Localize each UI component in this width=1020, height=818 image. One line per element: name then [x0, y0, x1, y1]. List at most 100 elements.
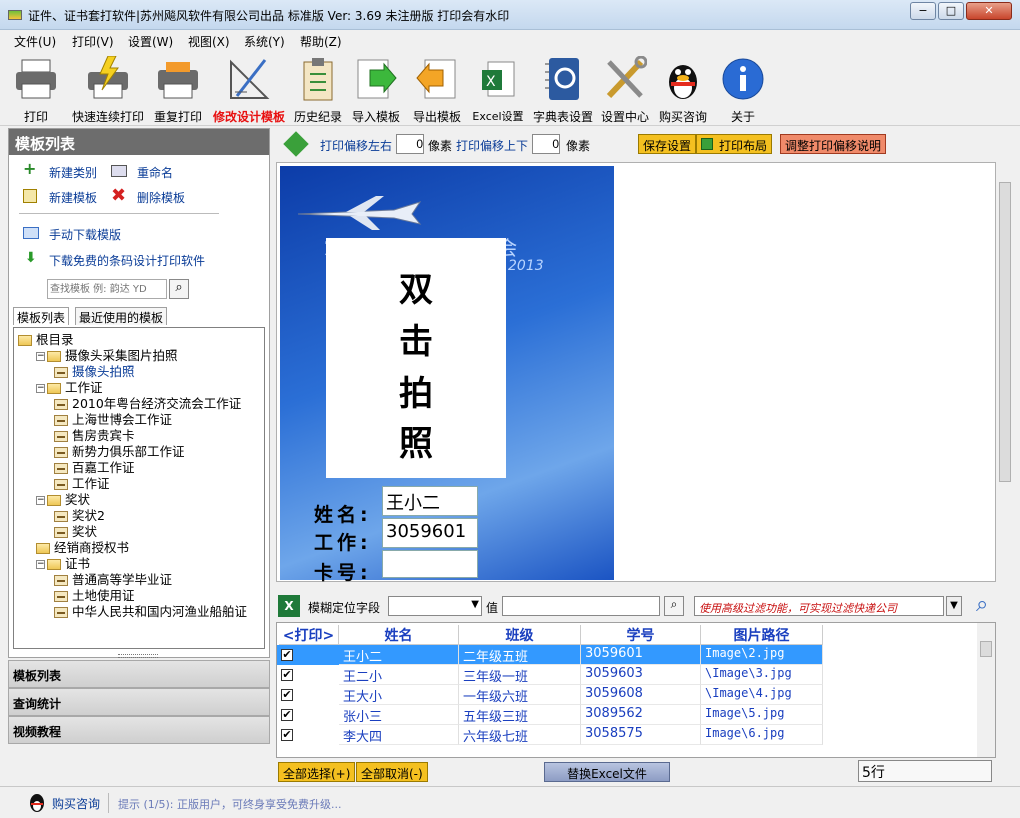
menu-view[interactable]: 视图(X) [188, 33, 230, 50]
cell-name[interactable]: 王小二 [339, 645, 459, 665]
table-row[interactable]: ✔ 李大四 六年级七班 3058575 Image\6.jpg [277, 725, 823, 745]
cell-path[interactable]: \Image\4.jpg [701, 685, 823, 705]
tree-item[interactable]: 工作证 [54, 476, 110, 492]
tree-item[interactable]: 上海世博会工作证 [54, 412, 172, 428]
tab-template-list[interactable]: 模板列表 [13, 307, 70, 325]
deselect-all-button[interactable]: 全部取消(-) [356, 762, 428, 782]
table-row[interactable]: ✔ 王二小 三年级一班 3059603 \Image\3.jpg [277, 665, 823, 685]
tree-item[interactable]: 奖状 [54, 524, 97, 540]
new-template-link[interactable]: 新建模板 [49, 189, 97, 206]
buy-consult-status-link[interactable]: 购买咨询 [52, 795, 100, 812]
col-class[interactable]: 班级 [459, 625, 581, 645]
tree-item[interactable]: 普通高等学毕业证 [54, 572, 172, 588]
row-checkbox[interactable]: ✔ [281, 669, 293, 681]
cell-path[interactable]: Image\6.jpg [701, 725, 823, 745]
cell-id[interactable]: 3058575 [581, 725, 701, 745]
col-image-path[interactable]: 图片路径 [701, 625, 823, 645]
menu-print[interactable]: 打印(V) [72, 33, 114, 50]
new-category-link[interactable]: 新建类别 [49, 164, 97, 181]
row-checkbox[interactable]: ✔ [281, 649, 293, 661]
expand-toggle-icon[interactable]: − [36, 496, 45, 505]
export-template-button[interactable]: 导出模板 [408, 52, 466, 124]
print-button[interactable]: 打印 [8, 52, 64, 124]
expand-toggle-icon[interactable]: − [36, 352, 45, 361]
free-download-link[interactable]: 下载免费的条码设计打印软件 [49, 252, 205, 269]
expand-toggle-icon[interactable]: − [36, 560, 45, 569]
row-checkbox[interactable]: ✔ [281, 729, 293, 741]
cell-class[interactable]: 二年级五班 [459, 645, 581, 665]
expand-toggle-icon[interactable]: − [36, 384, 45, 393]
search-big-icon[interactable]: ⌕ [976, 592, 988, 617]
cell-id[interactable]: 3059608 [581, 685, 701, 705]
tree-item[interactable]: 奖状2 [54, 508, 105, 524]
import-template-button[interactable]: 导入模板 [348, 52, 404, 124]
cell-name[interactable]: 张小三 [339, 705, 459, 725]
tab-recent-templates[interactable]: 最近使用的模板 [75, 307, 168, 325]
tree-folder[interactable]: − 摄像头采集图片拍照 [36, 348, 178, 364]
dictionary-settings-button[interactable]: 字典表设置 [530, 52, 596, 124]
menu-system[interactable]: 系统(Y) [244, 33, 285, 50]
row-checkbox[interactable]: ✔ [281, 709, 293, 721]
table-row[interactable]: ✔ 王大小 一年级六班 3059608 \Image\4.jpg [277, 685, 823, 705]
col-student-id[interactable]: 学号 [581, 625, 701, 645]
table-row[interactable]: ✔ 张小三 五年级三班 3089562 Image\5.jpg [277, 705, 823, 725]
cell-id[interactable]: 3059601 [581, 645, 701, 665]
photo-placeholder[interactable]: 双 击 拍 照 [326, 238, 506, 478]
history-button[interactable]: 历史纪录 [292, 52, 344, 124]
cell-path[interactable]: Image\2.jpg [701, 645, 823, 665]
grid-scrollbar[interactable] [977, 623, 995, 757]
col-name[interactable]: 姓名 [339, 625, 459, 645]
cell-class[interactable]: 五年级三班 [459, 705, 581, 725]
advanced-filter-select[interactable]: 使用高级过滤功能，可实现过滤快递公司 [694, 596, 944, 616]
menu-file[interactable]: 文件(U) [14, 33, 56, 50]
cell-name[interactable]: 王大小 [339, 685, 459, 705]
name-field[interactable]: 王小二 [382, 486, 478, 516]
tree-folder[interactable]: 根目录 [18, 332, 74, 348]
offset-lr-input[interactable] [396, 134, 424, 154]
tree-folder[interactable]: − 奖状 [36, 492, 90, 508]
tree-folder[interactable]: − 工作证 [36, 380, 103, 396]
minimize-button[interactable]: − [910, 2, 936, 20]
filter-value-input[interactable] [502, 596, 660, 616]
job-field[interactable]: 3059601 [382, 518, 478, 548]
adjust-offset-help-button[interactable]: 调整打印偏移说明 [780, 134, 887, 154]
tree-folder[interactable]: 经销商授权书 [36, 540, 129, 556]
offset-ud-input[interactable] [532, 134, 560, 154]
table-row[interactable]: ✔ 王小二 二年级五班 3059601 Image\2.jpg [277, 645, 823, 665]
delete-template-link[interactable]: 删除模板 [137, 189, 185, 206]
row-checkbox[interactable]: ✔ [281, 689, 293, 701]
accordion-video-tutorial[interactable]: 视频教程 [8, 716, 270, 744]
accordion-template-list[interactable]: 模板列表 [8, 660, 270, 688]
cell-path[interactable]: Image\5.jpg [701, 705, 823, 725]
tree-item[interactable]: 新势力俱乐部工作证 [54, 444, 185, 460]
settings-center-button[interactable]: 设置中心 [598, 52, 652, 124]
tree-item[interactable]: 土地使用证 [54, 588, 135, 604]
menu-help[interactable]: 帮助(Z) [300, 33, 342, 50]
excel-settings-button[interactable]: X Excel设置 [468, 52, 528, 124]
cell-name[interactable]: 李大四 [339, 725, 459, 745]
manual-download-link[interactable]: 手动下载模版 [49, 226, 121, 243]
cell-id[interactable]: 3059603 [581, 665, 701, 685]
accordion-query-stats[interactable]: 查询统计 [8, 688, 270, 716]
field-select[interactable]: ▼ [388, 596, 482, 616]
tree-item[interactable]: 百嘉工作证 [54, 460, 135, 476]
grid-scroll-thumb[interactable] [980, 641, 992, 657]
cell-class[interactable]: 六年级七班 [459, 725, 581, 745]
reprint-button[interactable]: 重复打印 [150, 52, 206, 124]
tree-item[interactable]: 2010年粤台经济交流会工作证 [54, 396, 241, 412]
search-icon[interactable]: ⌕ [169, 279, 189, 299]
canvas-scrollbar[interactable] [996, 162, 1014, 582]
cell-id[interactable]: 3089562 [581, 705, 701, 725]
select-all-button[interactable]: 全部选择(+) [278, 762, 356, 782]
fast-print-button[interactable]: 快速连续打印 [70, 52, 146, 124]
lookup-icon[interactable]: ⌕ [664, 596, 684, 616]
tree-item[interactable]: 摄像头拍照 [54, 364, 135, 380]
template-search-input[interactable] [47, 279, 167, 299]
tree-item[interactable]: 售房贵宾卡 [54, 428, 135, 444]
about-button[interactable]: 关于 [716, 52, 770, 124]
buy-consult-button[interactable]: 购买咨询 [656, 52, 710, 124]
close-button[interactable]: ✕ [966, 2, 1012, 20]
cell-class[interactable]: 一年级六班 [459, 685, 581, 705]
replace-excel-button[interactable]: 替换Excel文件 [544, 762, 670, 782]
rename-link[interactable]: 重命名 [137, 164, 173, 181]
